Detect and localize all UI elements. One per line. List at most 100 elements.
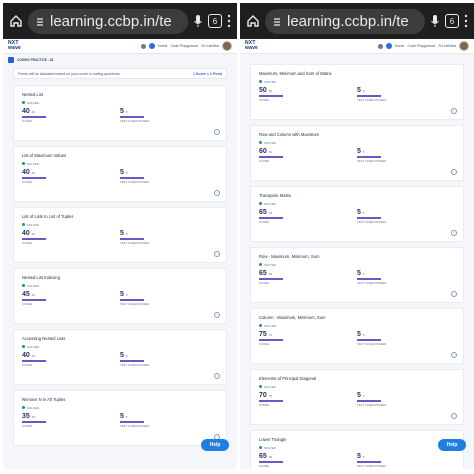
site-info-icon[interactable]	[35, 16, 45, 27]
nav-code-playground[interactable]: Code Playground	[170, 44, 198, 48]
help-button[interactable]: Help	[201, 439, 229, 451]
status-text: SOLVED	[27, 344, 39, 349]
tab-switcher-button[interactable]: 6	[208, 14, 222, 28]
tests-passed-value: 5	[357, 270, 361, 277]
tests-progress-bar	[120, 299, 144, 301]
sidebar-toggle-icon[interactable]	[8, 57, 14, 63]
question-card[interactable]: List of Lists to List of Tuples SOLVED 40 4…	[13, 207, 227, 263]
question-title[interactable]: List of Lists to List of Tuples	[22, 214, 218, 222]
status-text: SOLVED	[264, 445, 276, 450]
score-value: 65	[259, 209, 267, 216]
mic-icon[interactable]	[193, 14, 203, 28]
question-card[interactable]: Row - Maximum, Minimum, Sum SOLVED 65 65 SCO…	[250, 247, 464, 303]
question-title[interactable]: Accessing Nested Lists	[22, 336, 218, 344]
question-title[interactable]: Nested List Indexing	[22, 275, 218, 283]
tests-passed-value: 5	[357, 87, 361, 94]
question-title[interactable]: Maximum, Minimum and Sum of Matrix	[259, 71, 455, 79]
arrow-right-icon[interactable]: ›	[214, 129, 220, 135]
question-title[interactable]: List of Maximum Values	[22, 153, 218, 161]
arrow-right-icon[interactable]: ›	[451, 413, 457, 419]
more-menu-icon[interactable]	[464, 14, 468, 28]
tests-label: TEST CASES PASSED	[357, 402, 387, 407]
browser-toolbar: learning.ccbp.in/te 6	[3, 3, 237, 39]
home-icon[interactable]	[9, 14, 23, 28]
arrow-right-icon[interactable]: ›	[214, 190, 220, 196]
tests-total: 5	[362, 150, 365, 154]
streak-icon[interactable]	[377, 43, 383, 49]
score-value: 35	[22, 413, 30, 420]
score-label: SCORE	[259, 97, 269, 102]
test-cases-metric: 5 5 TEST CASES PASSED	[120, 413, 218, 428]
notification-icon[interactable]	[385, 43, 392, 49]
arrow-right-icon[interactable]: ›	[451, 169, 457, 175]
question-card[interactable]: Row and Column with Maximum SOLVED 60 60 SCO…	[250, 125, 464, 181]
score-metric: 65 65 SCORE	[259, 209, 357, 224]
arrow-right-icon[interactable]: ›	[451, 108, 457, 114]
score-max: 50	[268, 89, 273, 93]
question-title[interactable]: Nested List	[22, 92, 218, 100]
status-badge: SOLVED	[22, 344, 218, 349]
tests-label: TEST CASES PASSED	[357, 158, 387, 163]
nxtwave-logo[interactable]: NXT wave	[245, 41, 258, 51]
notification-icon[interactable]	[148, 43, 155, 49]
question-title[interactable]: Remove N in All Tuples	[22, 397, 218, 405]
tests-progress-bar	[357, 461, 381, 463]
status-badge: SOLVED	[22, 283, 218, 288]
question-card[interactable]: Nested List Indexing SOLVED 45 45 SCORE 5 5 TES…	[13, 268, 227, 324]
question-card[interactable]: Remove N in All Tuples SOLVED 35 35 SCORE 5 5 T…	[13, 390, 227, 446]
nav-home[interactable]: Home	[395, 44, 405, 48]
nav-code-playground[interactable]: Code Playground	[407, 44, 435, 48]
question-title[interactable]: Row - Maximum, Minimum, Sum	[259, 254, 455, 262]
mic-icon[interactable]	[430, 14, 440, 28]
site-info-icon[interactable]	[272, 16, 282, 27]
question-title[interactable]: Transpose Matrix	[259, 193, 455, 201]
avatar[interactable]	[459, 41, 469, 51]
tests-total: 5	[362, 89, 365, 93]
arrow-right-icon[interactable]: ›	[451, 352, 457, 358]
score-max: 35	[31, 415, 36, 419]
score-progress-bar	[22, 238, 46, 240]
question-card[interactable]: List of Maximum Values SOLVED 40 40 SCORE 5 5 T…	[13, 146, 227, 202]
arrow-right-icon[interactable]: ›	[214, 373, 220, 379]
question-title[interactable]: Elements of Principal Diagonal	[259, 376, 455, 384]
more-menu-icon[interactable]	[227, 14, 231, 28]
nav-home[interactable]: Home	[158, 44, 168, 48]
test-cases-metric: 5 5 TEST CASES PASSED	[120, 169, 218, 184]
arrow-right-icon[interactable]: ›	[451, 291, 457, 297]
question-title[interactable]: Column - Maximum, Minimum, Sum	[259, 315, 455, 323]
question-card[interactable]: Lower Triangle SOLVED 65 65 SCORE 5 5 TEST CASE…	[250, 430, 464, 469]
question-card[interactable]: Elements of Principal Diagonal SOLVED 70 70…	[250, 369, 464, 425]
home-icon[interactable]	[246, 14, 260, 28]
arrow-right-icon[interactable]: ›	[214, 251, 220, 257]
score-metric: 70 70 SCORE	[259, 392, 357, 407]
tests-total: 5	[125, 110, 128, 114]
tab-switcher-button[interactable]: 6	[445, 14, 459, 28]
avatar[interactable]	[222, 41, 232, 51]
right-screen: learning.ccbp.in/te 6 NXT wave Home Code …	[240, 3, 474, 469]
user-name[interactable]: Sri Likhitha	[438, 44, 456, 48]
question-title[interactable]: Lower Triangle	[259, 437, 455, 445]
tests-passed-value: 5	[357, 148, 361, 155]
question-card[interactable]: Column - Maximum, Minimum, Sum SOLVED 75 75…	[250, 308, 464, 364]
url-bar[interactable]: learning.ccbp.in/te	[265, 8, 425, 34]
question-card[interactable]: Nested List SOLVED 40 40 SCORE 5 5 TEST CASES P…	[13, 85, 227, 141]
question-card[interactable]: Accessing Nested Lists SOLVED 40 40 SCORE 5 5 T…	[13, 329, 227, 385]
question-title[interactable]: Row and Column with Maximum	[259, 132, 455, 140]
status-badge: SOLVED	[22, 222, 218, 227]
streak-icon[interactable]	[140, 43, 146, 49]
user-name[interactable]: Sri Likhitha	[201, 44, 219, 48]
question-list: Maximum, Minimum and Sum of Matrix SOLVED…	[240, 54, 474, 469]
tests-progress-bar	[357, 400, 381, 402]
question-card[interactable]: Transpose Matrix SOLVED 65 65 SCORE 5 5 TEST CA…	[250, 186, 464, 242]
arrow-right-icon[interactable]: ›	[451, 230, 457, 236]
tests-passed-value: 5	[357, 331, 361, 338]
url-bar[interactable]: learning.ccbp.in/te	[28, 8, 188, 34]
test-cases-metric: 5 5 TEST CASES PASSED	[357, 392, 455, 407]
help-button[interactable]: Help	[438, 439, 466, 451]
tests-label: TEST CASES PASSED	[357, 341, 387, 346]
arrow-right-icon[interactable]: ›	[214, 312, 220, 318]
nxtwave-logo[interactable]: NXT wave	[8, 41, 21, 51]
score-max: 65	[268, 272, 273, 276]
tests-passed-value: 5	[120, 291, 124, 298]
question-card[interactable]: Maximum, Minimum and Sum of Matrix SOLVED…	[250, 64, 464, 120]
